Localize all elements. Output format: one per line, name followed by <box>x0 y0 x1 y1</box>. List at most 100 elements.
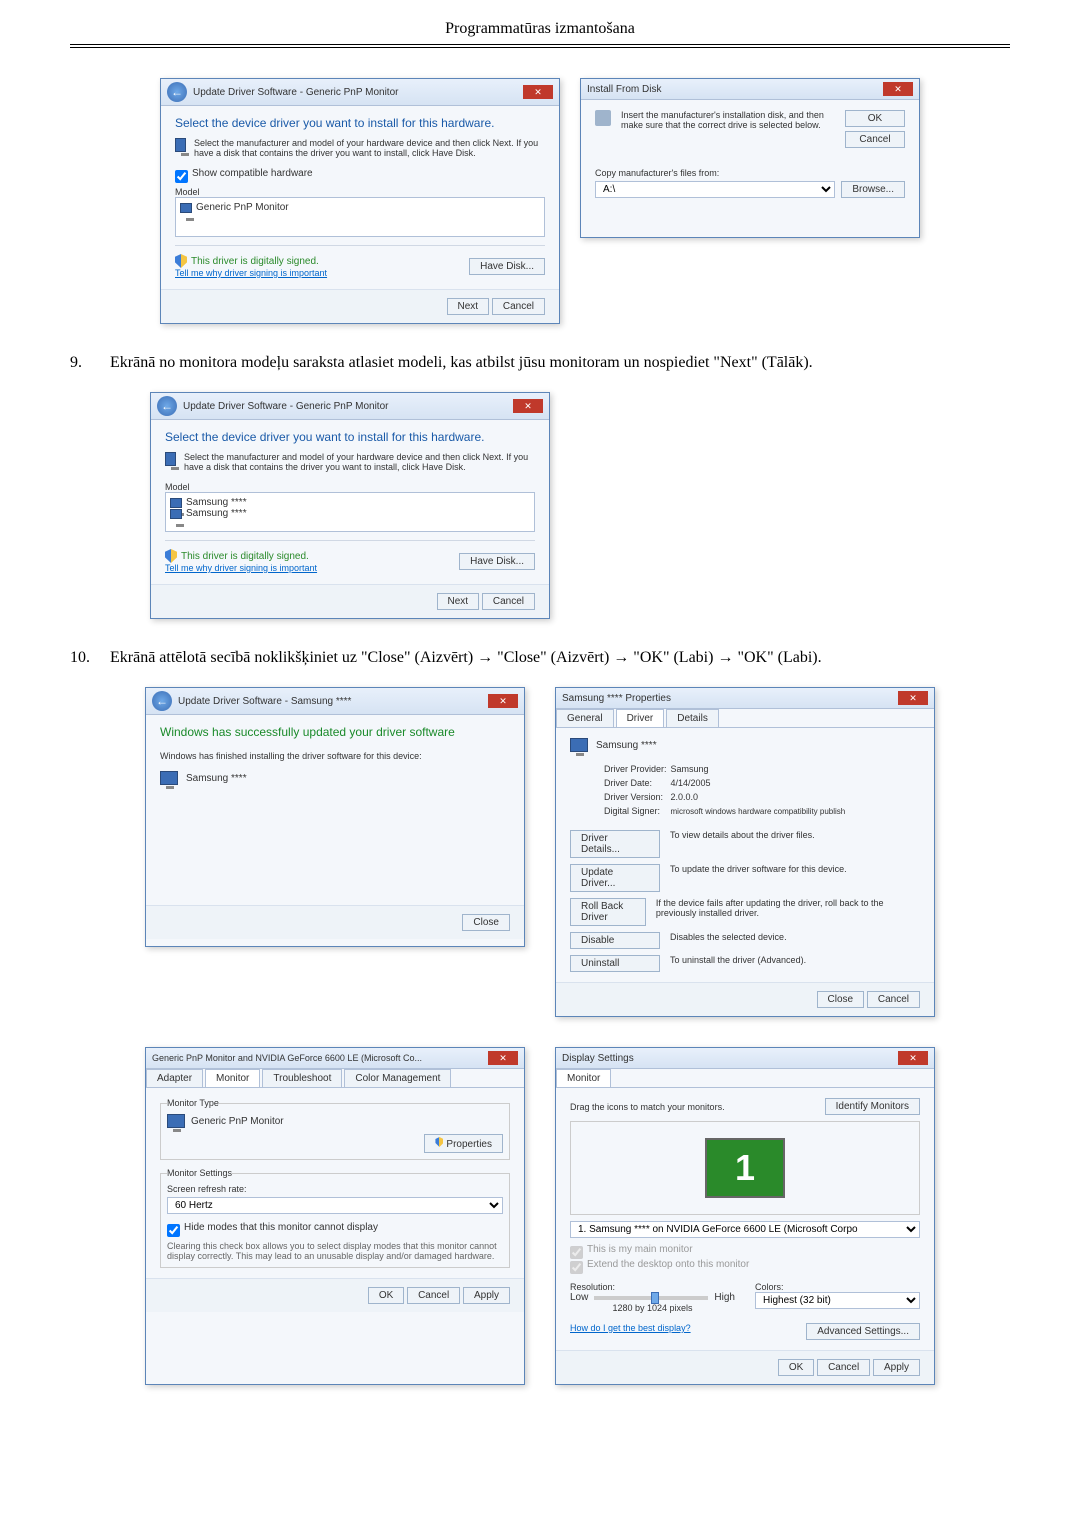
dialog-heading: Select the device driver you want to ins… <box>165 430 535 444</box>
cancel-button[interactable]: Cancel <box>867 991 920 1008</box>
cancel-button[interactable]: Cancel <box>492 298 545 315</box>
model-list[interactable]: Generic PnP Monitor <box>175 197 545 237</box>
tab-adapter[interactable]: Adapter <box>146 1069 203 1087</box>
show-compat-checkbox[interactable]: Show compatible hardware <box>175 168 545 183</box>
device-name: Samsung **** <box>596 740 657 751</box>
signed-text: This driver is digitally signed. <box>191 256 319 267</box>
dialog-title: Display Settings <box>562 1053 634 1064</box>
display-settings-dialog: Display Settings ✕ Monitor Drag the icon… <box>555 1047 935 1385</box>
uninstall-button[interactable]: Uninstall <box>570 955 660 972</box>
dialog-title: Update Driver Software - Generic PnP Mon… <box>193 87 398 98</box>
driver-details-button[interactable]: Driver Details... <box>570 830 660 858</box>
samsung-properties-dialog: Samsung **** Properties ✕ General Driver… <box>555 687 935 1017</box>
ok-button[interactable]: OK <box>778 1359 814 1376</box>
update-driver-button[interactable]: Update Driver... <box>570 864 660 892</box>
signer-label: Digital Signer: <box>604 806 667 816</box>
cancel-button[interactable]: Cancel <box>845 131 905 148</box>
close-icon[interactable]: ✕ <box>488 694 518 708</box>
instruction-text: Select the manufacturer and model of you… <box>194 138 545 158</box>
cancel-button[interactable]: Cancel <box>407 1287 460 1304</box>
properties-button[interactable]: Properties <box>424 1134 503 1153</box>
update-driver-dialog-2: ← Update Driver Software - Generic PnP M… <box>150 392 550 619</box>
signing-link[interactable]: Tell me why driver signing is important <box>175 268 327 278</box>
tab-details[interactable]: Details <box>666 709 719 727</box>
step-text: Ekrānā attēlotā secībā noklikšķiniet uz … <box>110 649 1010 667</box>
close-icon[interactable]: ✕ <box>523 85 553 99</box>
close-icon[interactable]: ✕ <box>513 399 543 413</box>
main-input <box>570 1246 583 1259</box>
hide-modes-checkbox[interactable]: Hide modes that this monitor cannot disp… <box>167 1222 503 1237</box>
install-from-disk-dialog: Install From Disk ✕ Insert the manufactu… <box>580 78 920 238</box>
have-disk-button[interactable]: Have Disk... <box>459 553 535 570</box>
hide-modes-input[interactable] <box>167 1224 180 1237</box>
date-val: 4/14/2005 <box>671 778 846 788</box>
cancel-button[interactable]: Cancel <box>482 593 535 610</box>
next-button[interactable]: Next <box>447 298 490 315</box>
close-icon[interactable]: ✕ <box>898 1051 928 1065</box>
model-item[interactable]: Samsung **** <box>186 508 247 519</box>
back-icon[interactable]: ← <box>152 691 172 711</box>
close-button[interactable]: Close <box>462 914 510 931</box>
show-compat-input[interactable] <box>175 170 188 183</box>
tab-troubleshoot[interactable]: Troubleshoot <box>262 1069 342 1087</box>
back-icon[interactable]: ← <box>167 82 187 102</box>
sub-text: Windows has finished installing the driv… <box>160 751 510 761</box>
disable-button[interactable]: Disable <box>570 932 660 949</box>
tab-monitor[interactable]: Monitor <box>205 1069 260 1087</box>
resolution-slider[interactable]: Low High <box>570 1292 735 1303</box>
advanced-settings-button[interactable]: Advanced Settings... <box>806 1323 920 1340</box>
apply-button[interactable]: Apply <box>463 1287 510 1304</box>
next-button[interactable]: Next <box>437 593 480 610</box>
tab-color[interactable]: Color Management <box>344 1069 451 1087</box>
high-label: High <box>714 1292 735 1303</box>
extend-input <box>570 1261 583 1274</box>
page-header: Programmatūras izmantošana <box>70 20 1010 45</box>
refresh-select[interactable]: 60 Hertz <box>167 1197 503 1214</box>
apply-button[interactable]: Apply <box>873 1359 920 1376</box>
dialog-heading: Select the device driver you want to ins… <box>175 116 545 130</box>
colors-select[interactable]: Highest (32 bit) <box>755 1292 920 1309</box>
date-label: Driver Date: <box>604 778 667 788</box>
success-heading: Windows has successfully updated your dr… <box>160 725 510 739</box>
dialog-title: Generic PnP Monitor and NVIDIA GeForce 6… <box>152 1053 422 1063</box>
ok-button[interactable]: OK <box>845 110 905 127</box>
cancel-button[interactable]: Cancel <box>817 1359 870 1376</box>
model-label: Model <box>175 187 545 197</box>
rollback-button[interactable]: Roll Back Driver <box>570 898 646 926</box>
hide-modes-label: Hide modes that this monitor cannot disp… <box>184 1222 378 1233</box>
signer-val: microsoft windows hardware compatibility… <box>671 806 846 816</box>
model-item[interactable]: Samsung **** <box>186 497 247 508</box>
monitor-preview[interactable]: 1 <box>705 1138 785 1198</box>
monitor-select[interactable]: 1. Samsung **** on NVIDIA GeForce 6600 L… <box>570 1221 920 1238</box>
tab-general[interactable]: General <box>556 709 614 727</box>
resolution-label: Resolution: <box>570 1282 735 1292</box>
main-monitor-checkbox[interactable]: This is my main monitor <box>570 1244 920 1259</box>
tab-monitor[interactable]: Monitor <box>556 1069 611 1087</box>
copy-label: Copy manufacturer's files from: <box>595 168 905 178</box>
dialog-title: Update Driver Software - Samsung **** <box>178 696 351 707</box>
back-icon[interactable]: ← <box>157 396 177 416</box>
device-name: Samsung **** <box>186 773 247 784</box>
monitor-type-label: Monitor Type <box>167 1098 219 1108</box>
tab-driver[interactable]: Driver <box>616 709 665 727</box>
close-icon[interactable]: ✕ <box>883 82 913 96</box>
shield-icon <box>435 1137 443 1147</box>
signing-link[interactable]: Tell me why driver signing is important <box>165 563 317 573</box>
close-icon[interactable]: ✕ <box>898 691 928 705</box>
path-select[interactable]: A:\ <box>595 181 835 198</box>
ok-button[interactable]: OK <box>368 1287 404 1304</box>
extend-checkbox[interactable]: Extend the desktop onto this monitor <box>570 1259 920 1274</box>
model-list[interactable]: Samsung **** Samsung **** <box>165 492 535 532</box>
model-item[interactable]: Generic PnP Monitor <box>196 202 289 213</box>
best-display-link[interactable]: How do I get the best display? <box>570 1323 691 1340</box>
monitor-icon <box>160 771 178 785</box>
resolution-value: 1280 by 1024 pixels <box>570 1303 735 1313</box>
have-disk-button[interactable]: Have Disk... <box>469 258 545 275</box>
identify-button[interactable]: Identify Monitors <box>825 1098 920 1115</box>
dialog-title: Install From Disk <box>587 84 661 95</box>
monitor-properties-dialog: Generic PnP Monitor and NVIDIA GeForce 6… <box>145 1047 525 1385</box>
close-button[interactable]: Close <box>817 991 865 1008</box>
shield-icon <box>175 254 187 268</box>
browse-button[interactable]: Browse... <box>841 181 905 198</box>
close-icon[interactable]: ✕ <box>488 1051 518 1065</box>
